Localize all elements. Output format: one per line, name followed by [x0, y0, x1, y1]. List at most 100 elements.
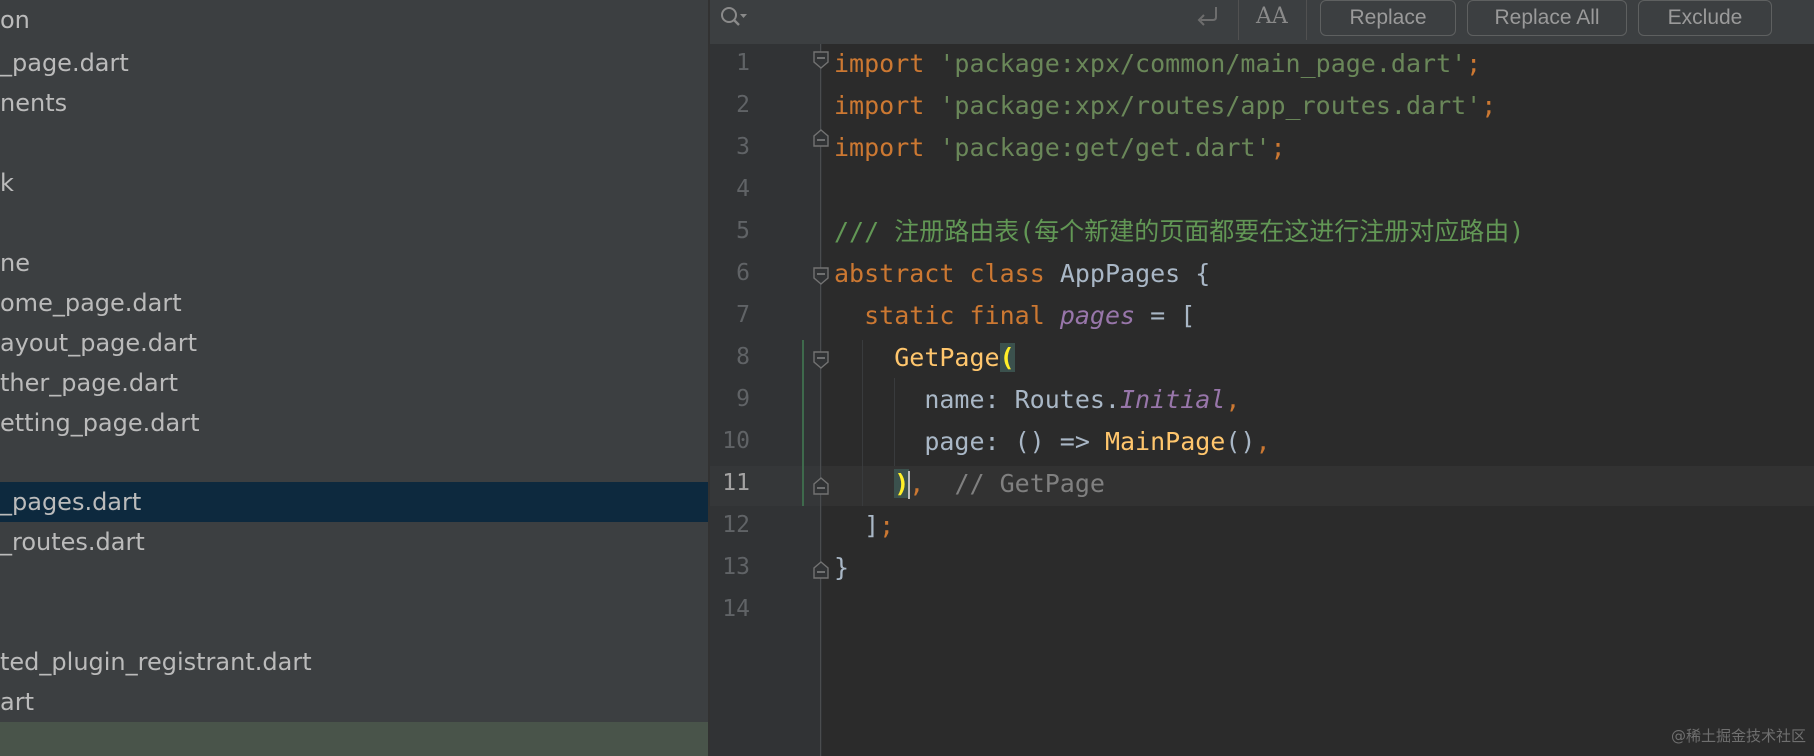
code-line-current[interactable]: ), // GetPage: [834, 464, 1105, 504]
code-line[interactable]: import 'package:get/get.dart';: [834, 128, 1286, 168]
tree-item[interactable]: [0, 203, 708, 243]
code-line[interactable]: GetPage(: [834, 338, 1015, 378]
function-call: MainPage: [1104, 427, 1226, 456]
code-line[interactable]: abstract class AppPages {: [834, 254, 1210, 294]
line-number: 1: [736, 50, 750, 76]
replace-toolbar: AA Replace Replace All Exclude: [710, 0, 1814, 45]
field-name: Initial: [1119, 385, 1226, 414]
punctuation: = [: [1150, 301, 1196, 330]
keyword: import: [834, 49, 925, 78]
line-number: 5: [736, 218, 750, 244]
tree-item[interactable]: ther_page.dart: [0, 363, 708, 403]
fold-expand-icon[interactable]: [812, 128, 830, 148]
keyword: static: [864, 301, 955, 330]
keyword: class: [969, 259, 1045, 288]
line-number-gutter[interactable]: 1 2 3 4 5 6 7 8 9 10 11 12 13 14: [710, 44, 822, 756]
code-line[interactable]: ];: [834, 506, 894, 546]
tree-item[interactable]: [0, 562, 708, 602]
matched-brace: (: [999, 343, 1015, 372]
matched-brace: ): [894, 469, 910, 498]
tree-item-label: art: [0, 688, 34, 716]
tree-item[interactable]: [0, 602, 708, 642]
tree-item-label: _page.dart: [0, 49, 129, 77]
toolbar-separator: [1306, 0, 1307, 40]
punctuation: ;: [1466, 49, 1482, 78]
code-line[interactable]: import 'package:xpx/routes/app_routes.da…: [834, 86, 1496, 126]
line-number: 6: [736, 260, 750, 286]
keyword: import: [834, 133, 925, 162]
tree-item-label: ted_plugin_registrant.dart: [0, 648, 312, 676]
tree-item[interactable]: [0, 123, 708, 163]
punctuation: ,: [1225, 385, 1241, 414]
string-literal: 'package:xpx/common/main_page.dart': [939, 49, 1467, 78]
line-number: 9: [736, 386, 750, 412]
tree-item[interactable]: on: [0, 0, 708, 40]
vcs-change-marker[interactable]: [802, 340, 804, 506]
code-line[interactable]: static final pages = [: [834, 296, 1195, 336]
tree-item-label: ome_page.dart: [0, 289, 182, 317]
string-literal: 'package:xpx/routes/app_routes.dart': [939, 91, 1482, 120]
named-argument: page: () =>: [924, 427, 1105, 456]
tree-item-label: k: [0, 169, 14, 197]
line-number: 12: [722, 512, 750, 538]
code-line[interactable]: }: [834, 548, 849, 588]
punctuation: {: [1195, 259, 1211, 288]
tree-item-label: ayout_page.dart: [0, 329, 198, 357]
code-line[interactable]: name: Routes.Initial,: [834, 380, 1240, 420]
line-number: 2: [736, 92, 750, 118]
keyword: final: [969, 301, 1045, 330]
tree-item-label: _pages.dart: [0, 488, 142, 516]
code-line[interactable]: import 'package:xpx/common/main_page.dar…: [834, 44, 1481, 84]
tree-item[interactable]: k: [0, 163, 708, 203]
fold-collapse-icon[interactable]: [812, 266, 830, 286]
tree-item[interactable]: ted_plugin_registrant.dart: [0, 642, 708, 682]
fold-collapse-icon[interactable]: [812, 350, 830, 370]
tree-item-label: ther_page.dart: [0, 369, 179, 397]
punctuation: ;: [879, 511, 895, 540]
tree-item[interactable]: ne: [0, 243, 708, 283]
newline-icon[interactable]: [1192, 2, 1222, 30]
line-number: 10: [722, 428, 750, 454]
inlay-comment: // GetPage: [954, 469, 1105, 498]
fold-expand-icon[interactable]: [812, 476, 830, 496]
search-history-icon[interactable]: [718, 4, 750, 30]
punctuation: ;: [1270, 133, 1286, 162]
tree-item-selected[interactable]: _pages.dart: [0, 482, 708, 522]
tree-item[interactable]: ayout_page.dart: [0, 323, 708, 363]
tree-item-label: ne: [0, 249, 30, 277]
exclude-button[interactable]: Exclude: [1638, 0, 1772, 36]
line-number: 14: [722, 596, 750, 622]
watermark: @稀土掘金技术社区: [1670, 727, 1806, 745]
line-number: 13: [722, 554, 750, 580]
code-line[interactable]: /// 注册路由表(每个新建的页面都要在这进行注册对应路由): [834, 212, 1524, 252]
punctuation: ,: [1255, 427, 1271, 456]
preserve-case-icon[interactable]: AA: [1256, 2, 1296, 32]
line-number: 8: [736, 344, 750, 370]
tree-item[interactable]: _routes.dart: [0, 522, 708, 562]
tree-highlight-row[interactable]: [0, 722, 708, 756]
tree-item[interactable]: nents: [0, 83, 708, 123]
project-tree: on _page.dart nents k ne ome_page.dart a…: [0, 0, 708, 756]
punctuation: ]: [864, 511, 880, 540]
fold-collapse-icon[interactable]: [812, 50, 830, 70]
line-number: 4: [736, 176, 750, 202]
line-number: 3: [736, 134, 750, 160]
keyword: import: [834, 91, 925, 120]
tree-item[interactable]: ome_page.dart: [0, 283, 708, 323]
toolbar-separator: [1238, 0, 1239, 40]
fold-expand-icon[interactable]: [812, 560, 830, 580]
replace-all-button[interactable]: Replace All: [1467, 0, 1627, 36]
tree-item[interactable]: art: [0, 682, 708, 722]
punctuation: }: [834, 553, 850, 582]
replace-button[interactable]: Replace: [1320, 0, 1456, 36]
keyword: abstract: [834, 259, 955, 288]
code-editor[interactable]: 1 2 3 4 5 6 7 8 9 10 11 12 13 14 import …: [710, 44, 1814, 756]
punctuation: ;: [1481, 91, 1497, 120]
tree-item[interactable]: etting_page.dart: [0, 403, 708, 443]
tree-item-label: nents: [0, 89, 68, 117]
line-number: 7: [736, 302, 750, 328]
tree-item[interactable]: _page.dart: [0, 43, 708, 83]
punctuation: (): [1225, 427, 1256, 456]
tree-item[interactable]: [0, 443, 708, 483]
code-line[interactable]: page: () => MainPage(),: [834, 422, 1271, 462]
